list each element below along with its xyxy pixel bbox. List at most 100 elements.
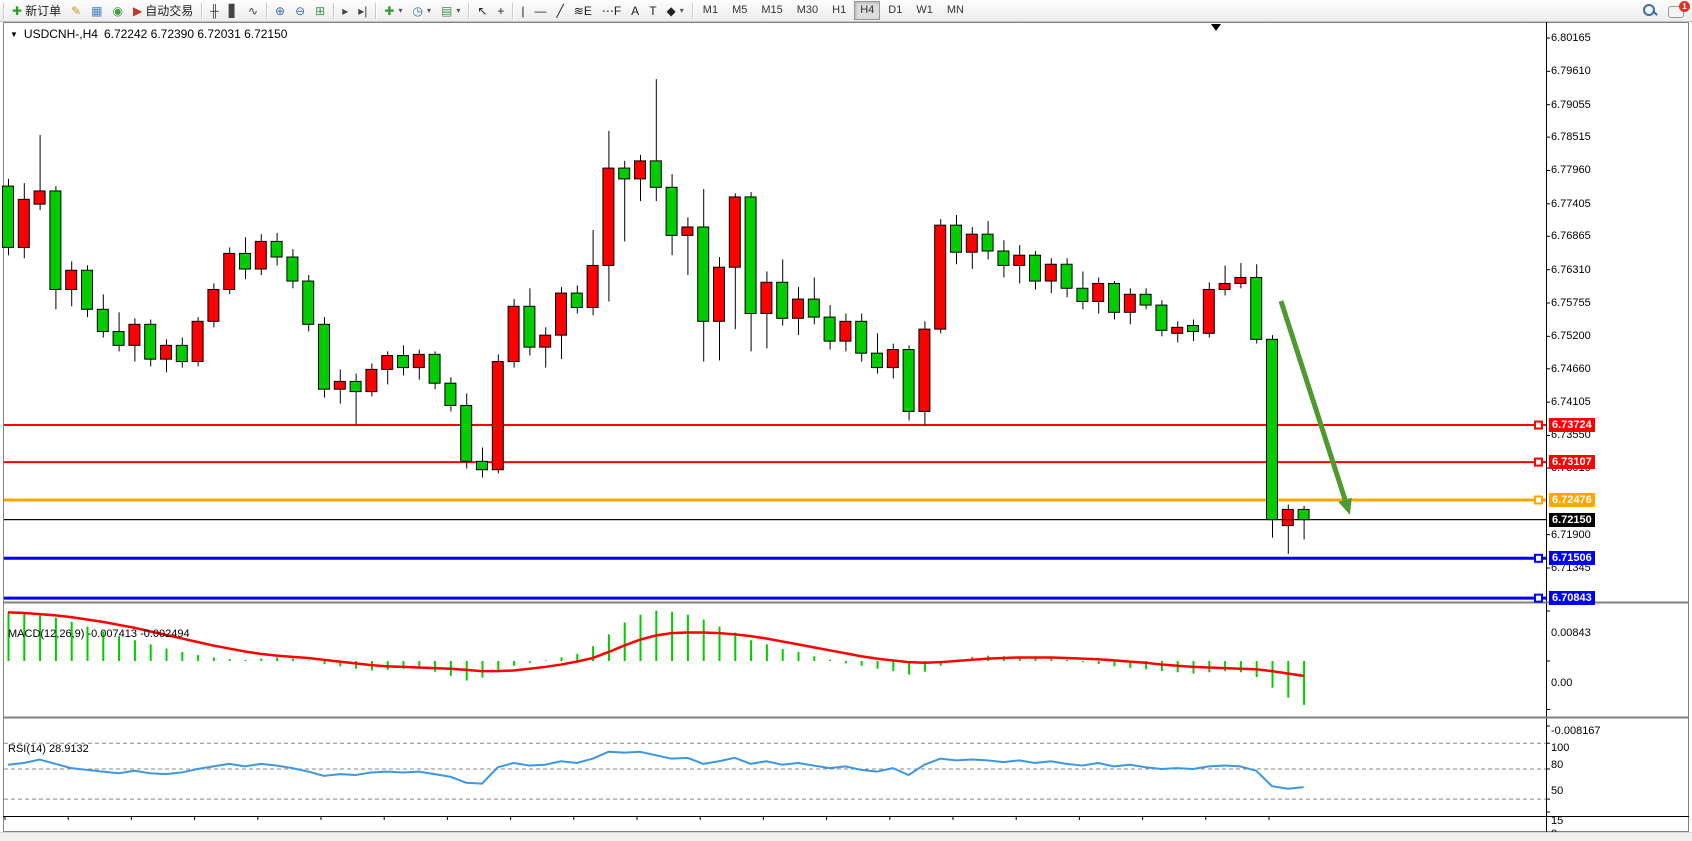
macd-axis-label: -0.008167 — [1551, 725, 1601, 737]
level-price-badge: 6.73107 — [1549, 455, 1595, 469]
chart-canvas[interactable] — [0, 22, 1692, 832]
toolbar-separator — [468, 3, 469, 19]
trend-arrow[interactable] — [1281, 301, 1352, 515]
candle — [82, 265, 93, 317]
candle — [319, 317, 330, 398]
chart-window[interactable]: 6.801656.796106.790556.785156.779606.774… — [0, 22, 1692, 832]
chart-shift-marker[interactable] — [1211, 24, 1221, 31]
rsi-axis-label: 15 — [1551, 815, 1563, 827]
fibonacci-icon: ⋯F — [602, 5, 621, 17]
timeframe-button-m1[interactable]: M1 — [697, 1, 724, 20]
candle — [271, 233, 282, 265]
candle — [161, 339, 172, 372]
candle — [1093, 277, 1104, 313]
horizontal-level-line[interactable] — [4, 497, 1546, 504]
quick-trade-arrow-icon[interactable]: ▼ — [10, 30, 18, 39]
timeframe-button-d1[interactable]: D1 — [882, 1, 908, 20]
rsi-axis-label: 80 — [1551, 759, 1563, 771]
rsi-indicator-label: RSI(14) 28.9132 — [8, 743, 89, 755]
timeframe-button-m5[interactable]: M5 — [726, 1, 753, 20]
timeframe-button-h4[interactable]: H4 — [854, 1, 880, 20]
equidistant-channel-icon: ≋E — [574, 5, 592, 17]
candle — [1045, 258, 1056, 293]
vertical-line-button[interactable]: | — [516, 0, 529, 21]
candle — [682, 217, 693, 275]
channel-button[interactable]: ≋E — [569, 0, 597, 21]
chat-icon[interactable]: 1 — [1668, 3, 1688, 19]
candle — [1061, 258, 1072, 297]
candle — [1014, 245, 1025, 283]
candle — [3, 179, 14, 255]
horizontal-level-line[interactable] — [4, 595, 1546, 602]
zoom-in-icon: ⊕ — [275, 5, 285, 17]
chevron-down-icon: ▾ — [398, 6, 402, 15]
candlestick-button[interactable]: ▋ — [224, 0, 243, 21]
candle — [255, 234, 266, 275]
toolbar-separator — [512, 3, 513, 19]
indicators-button[interactable]: ✚▾ — [379, 0, 407, 21]
new-chart-button[interactable]: ▦ — [86, 0, 107, 21]
horizontal-level-line[interactable] — [4, 459, 1546, 466]
search-icon[interactable] — [1642, 3, 1658, 19]
zoom-out-button[interactable]: ⊖ — [290, 0, 310, 21]
text-button[interactable]: A — [626, 0, 644, 21]
price-axis-label: 6.71900 — [1551, 529, 1591, 541]
candle — [1188, 320, 1199, 342]
timeframe-button-m30[interactable]: M30 — [791, 1, 824, 20]
horizontal-level-line[interactable] — [4, 422, 1546, 429]
templates-button[interactable]: ▤▾ — [436, 0, 465, 21]
text-icon: A — [631, 5, 639, 17]
fibonacci-button[interactable]: ⋯F — [597, 0, 626, 21]
zoom-in-button[interactable]: ⊕ — [270, 0, 290, 21]
styler-button[interactable]: ✎ — [66, 0, 86, 21]
price-axis-label: 6.80165 — [1551, 32, 1591, 44]
candle — [66, 261, 77, 306]
arrows-button[interactable]: ◆▾ — [662, 0, 689, 21]
tile-windows-button[interactable]: ⊞ — [310, 0, 330, 21]
candle — [650, 79, 661, 201]
autotrade-icon: ▶ — [133, 5, 142, 17]
line-handle — [1535, 555, 1542, 562]
timeframe-button-h1[interactable]: H1 — [826, 1, 852, 20]
candle — [1077, 271, 1088, 309]
toolbar: ✚新订单✎▦ ◉ ▶自动交易 ╫▋∿ ⊕ ⊖⊞ ▸▸| ✚▾◷▾▤▾ ↖+ |—╱ ≋E ⋯F AT◆▾… — [0, 0, 1692, 22]
candle — [698, 189, 709, 361]
candle — [429, 351, 440, 389]
auto-scroll-button[interactable]: ▸ — [337, 0, 353, 21]
candle — [777, 259, 788, 325]
candle — [192, 317, 203, 366]
candle — [1140, 288, 1151, 309]
candle — [1282, 505, 1293, 554]
horizontal-level-line[interactable] — [4, 555, 1546, 562]
horizontal-line-button[interactable]: — — [530, 0, 552, 21]
bid-price-badge: 6.72150 — [1549, 513, 1595, 527]
crosshair-button[interactable]: + — [492, 0, 509, 21]
candle — [666, 174, 677, 255]
candle — [619, 161, 630, 242]
candle — [445, 377, 456, 411]
candles — [3, 79, 1310, 554]
alerts-button[interactable]: ◉ — [107, 0, 127, 21]
bar-chart-button[interactable]: ╫ — [205, 0, 224, 21]
price-axis-label: 6.79055 — [1551, 99, 1591, 111]
timeframe-button-mn[interactable]: MN — [941, 1, 970, 20]
cursor-button[interactable]: ↖ — [472, 0, 492, 21]
candle — [1219, 265, 1230, 295]
candle — [398, 345, 409, 375]
candle — [350, 374, 361, 426]
text-label-button[interactable]: T — [644, 0, 661, 21]
autotrade-button[interactable]: ▶自动交易 — [128, 0, 198, 21]
candle — [540, 327, 551, 367]
candle — [1235, 263, 1246, 288]
candle — [951, 215, 962, 264]
price-axis-label: 6.76865 — [1551, 230, 1591, 242]
line-chart-button[interactable]: ∿ — [243, 0, 263, 21]
periods-button[interactable]: ◷▾ — [407, 0, 436, 21]
new-order-button[interactable]: ✚新订单 — [7, 0, 66, 21]
trendline-button[interactable]: ╱ — [552, 0, 569, 21]
chart-shift-button[interactable]: ▸| — [353, 0, 372, 21]
signal-icon: ◉ — [112, 5, 122, 17]
candle — [887, 344, 898, 379]
timeframe-button-w1[interactable]: W1 — [910, 1, 939, 20]
timeframe-button-m15[interactable]: M15 — [755, 1, 788, 20]
